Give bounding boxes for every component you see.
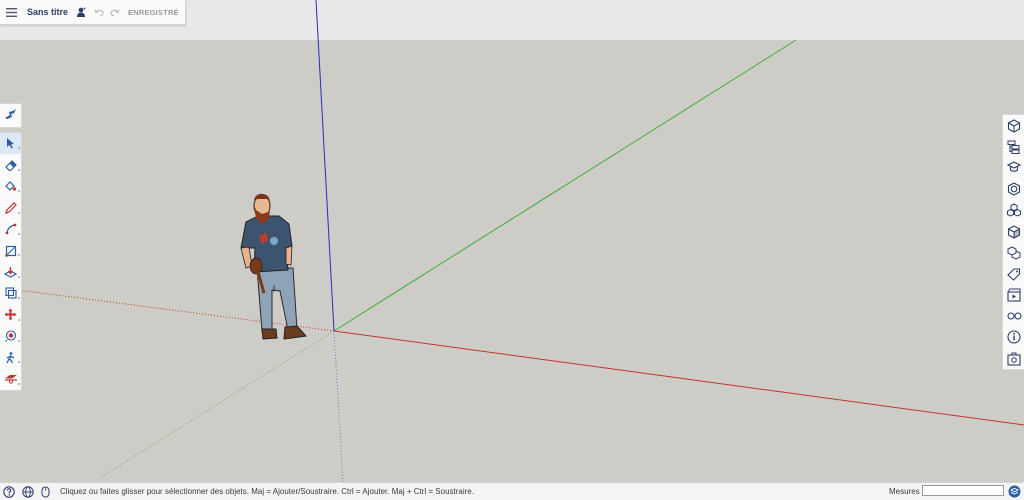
animation-icon[interactable] (1003, 285, 1024, 306)
section-plane-icon[interactable] (0, 368, 21, 389)
redo-icon[interactable] (110, 8, 120, 17)
viewport[interactable] (0, 0, 1024, 482)
tools-toolbar (0, 132, 22, 391)
measurements-label: Mesures (889, 487, 920, 496)
mouse-icon[interactable] (41, 486, 50, 498)
line-icon[interactable] (0, 219, 21, 240)
panels-toolbar (1002, 114, 1024, 370)
menu-icon[interactable] (0, 0, 22, 24)
red-axis (333, 330, 1024, 426)
offset-icon[interactable] (0, 283, 21, 304)
eraser-icon[interactable] (0, 154, 21, 175)
styles-icon[interactable] (1003, 179, 1024, 200)
display-icon[interactable] (1003, 306, 1024, 327)
save-status: ENREGISTRÉ (128, 7, 179, 17)
green-axis-negative (99, 330, 335, 479)
rectangle-icon[interactable] (0, 240, 21, 261)
move-icon[interactable] (0, 304, 21, 325)
walk-icon[interactable] (0, 347, 21, 368)
search-warehouse-icon[interactable] (4, 107, 17, 125)
tags-icon[interactable] (1003, 263, 1024, 284)
materials-icon[interactable] (1003, 221, 1024, 242)
globe-icon[interactable] (22, 485, 34, 498)
status-bar: Cliquez ou faites glisser pour sélection… (0, 482, 1024, 500)
undo-icon[interactable] (94, 8, 104, 17)
scale-figure[interactable] (240, 193, 308, 340)
blue-axis (315, 0, 335, 332)
search-warehouse-toolbar (0, 103, 22, 128)
push-pull-icon[interactable] (0, 261, 21, 282)
document-title[interactable]: Sans titre (27, 7, 68, 17)
measurements-input[interactable] (922, 485, 1004, 496)
extensions-icon[interactable] (1003, 348, 1024, 369)
layers-icon[interactable] (1008, 485, 1021, 500)
entity-info-icon[interactable] (1003, 115, 1024, 136)
status-hint: Cliquez ou faites glisser pour sélection… (60, 487, 474, 496)
scenes-icon[interactable] (1003, 242, 1024, 263)
components-icon[interactable] (1003, 200, 1024, 221)
select-icon[interactable] (0, 133, 21, 155)
user-icon[interactable] (76, 7, 86, 17)
paint-bucket-icon[interactable] (0, 176, 21, 197)
instructor-icon[interactable] (1003, 157, 1024, 178)
green-axis (333, 39, 797, 332)
info-icon[interactable] (1003, 327, 1024, 348)
title-bar: Sans titre ENREGISTRÉ (0, 0, 186, 25)
tape-measure-icon[interactable] (0, 326, 21, 347)
pencil-icon[interactable] (0, 197, 21, 218)
outliner-icon[interactable] (1003, 136, 1024, 157)
help-icon[interactable] (3, 485, 15, 498)
blue-axis-negative (333, 330, 344, 482)
